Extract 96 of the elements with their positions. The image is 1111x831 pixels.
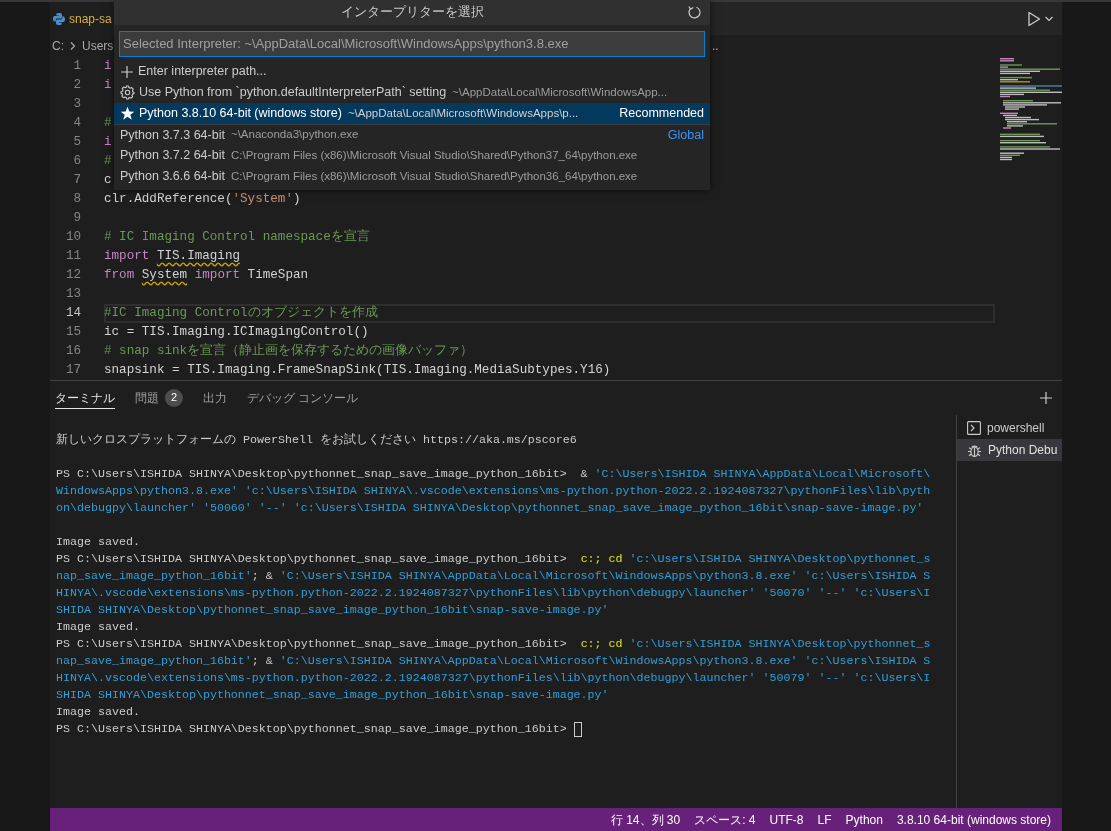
line-number: 16 [64, 343, 81, 360]
status-item[interactable]: UTF-8 [762, 810, 811, 829]
gear-icon [120, 85, 135, 100]
status-item[interactable]: Python [838, 810, 890, 829]
line-number: 14 [64, 305, 81, 322]
code-line: i [104, 58, 112, 75]
terminal-icon [967, 421, 981, 435]
cursor-icon [573, 722, 582, 737]
terminal-line: PS C:\Users\ISHIDA SHINYA\Desktop\pythonnet_snap_save_image_python_16bit> c:; cd 'c:\Users\ISHIDA SHINYA\Desktop\pythonnet_s [56, 636, 931, 653]
line-number: 2 [72, 77, 81, 94]
refresh-icon[interactable] [687, 5, 702, 20]
option-label: Python 3.7.2 64-bit [120, 147, 225, 165]
option-path: ~\Anaconda3\python.exe [230, 127, 359, 143]
code-line: i [104, 77, 112, 94]
code-line: ic = TIS.Imaging.ICImagingControl() [104, 324, 369, 341]
line-number: 1 [72, 58, 81, 75]
panel-tab[interactable]: デバッグ コンソール [247, 387, 359, 409]
plus-icon[interactable] [1039, 391, 1053, 405]
terminal-line: PS C:\Users\ISHIDA SHINYA\Desktop\pythonnet_snap_save_image_python_16bit> [56, 721, 568, 738]
interpreter-option[interactable]: Use Python from `python.defaultInterpreterPath` setting ~\AppData\Local\Microsoft\WindowsApp... [114, 82, 710, 103]
plus-icon [120, 64, 134, 79]
terminal-list-item[interactable]: Python Debu [957, 439, 1062, 461]
line-number: 6 [72, 153, 81, 170]
line-number: 4 [72, 115, 81, 132]
panel-tab[interactable]: 出力 [203, 387, 227, 409]
terminal-line: 新しいクロスプラットフォームの PowerShell をお試しください https://aka.ms/pscore6 [56, 432, 577, 449]
interpreter-option[interactable]: Python 3.7.2 64-bit C:\Program Files (x86)\Microsoft Visual Studio\Shared\Python37_64\python.exe [114, 145, 710, 166]
count-badge: 2 [165, 388, 183, 407]
terminal-line: Image saved. [56, 704, 140, 721]
option-tag: Recommended [613, 104, 704, 123]
option-label: Python 3.6.6 64-bit [120, 168, 225, 186]
code-line: from System import TimeSpan [104, 267, 309, 284]
editor-tab[interactable]: snap-sa [50, 2, 113, 35]
code-line: # [104, 153, 112, 170]
terminal-line: Image saved. [56, 619, 140, 636]
line-number: 9 [72, 210, 81, 227]
option-path: ~\AppData\Local\Microsoft\WindowsApp... [452, 84, 668, 100]
code-line: # snap sinkを宣言（静止画を保存するための画像バッファ） [104, 342, 474, 360]
breadcrumb-item[interactable]: C: [52, 37, 64, 55]
breadcrumb-item[interactable]: .. [712, 37, 719, 55]
code-line: snapsink = TIS.Imaging.FrameSnapSink(TIS.Imaging.MediaSubtypes.Y16) [104, 362, 611, 379]
terminal-line: SHIDA SHINYA\Desktop\pythonnet_snap_save_image_python_16bit\snap-save-image.py' [56, 687, 609, 704]
terminal-line: PS C:\Users\ISHIDA SHINYA\Desktop\pythonnet_snap_save_image_python_16bit> c:; cd 'c:\Users\ISHIDA SHINYA\Desktop\pythonnet_s [56, 551, 931, 568]
line-number: 7 [72, 172, 81, 189]
terminal-line: SHIDA SHINYA\Desktop\pythonnet_snap_save_image_python_16bit\snap-save-image.py' [56, 602, 609, 619]
group-label: Global [666, 126, 704, 144]
terminal-line: HINYA\.vscode\extensions\ms-python.python-2022.2.1924087327\pythonFiles\lib\python\debugpy\launcher' '50070' '--' 'c:\Users\I [56, 585, 931, 602]
code-line: i [104, 134, 112, 151]
terminal-line: nap_save_image_python_16bit'; & 'C:\Users\ISHIDA SHINYA\AppData\Local\Microsoft\WindowsApps\python3.8.exe' 'c:\Users\ISHIDA S [56, 568, 931, 585]
status-item[interactable]: LF [810, 810, 839, 829]
status-item[interactable]: 行 14、列 30 [603, 810, 688, 829]
line-number: 10 [64, 229, 81, 246]
line-number: 3 [72, 96, 81, 113]
line-number: 15 [64, 324, 81, 341]
terminal-line: Image saved. [56, 534, 140, 551]
option-path: C:\Program Files (x86)\Microsoft Visual Studio\Shared\Python37_64\python.exe [230, 147, 638, 163]
line-number: 11 [64, 248, 81, 265]
terminal-line: WindowsApps\python3.8.exe' 'c:\Users\ISHIDA SHINYA\.vscode\extensions\ms-python.python-2022.2.1924087327\pythonFiles\lib\pyth [56, 483, 931, 500]
option-label: Python 3.8.10 64-bit (windows store) [139, 105, 342, 123]
code-line: #IC Imaging Controlのオブジェクトを作成 [104, 304, 378, 322]
option-label: Python 3.7.3 64-bit [120, 126, 225, 144]
code-line: # IC Imaging Control namespaceを宣言 [104, 228, 370, 246]
interpreter-option[interactable]: Enter interpreter path... [114, 61, 710, 82]
file-icon [52, 11, 66, 26]
interpreter-option[interactable]: Python 3.6.6 64-bit C:\Program Files (x86)\Microsoft Visual Studio\Shared\Python36_64\python.exe [114, 166, 710, 187]
terminal-line: PS C:\Users\ISHIDA SHINYA\Desktop\pythonnet_snap_save_image_python_16bit> & 'C:\Users\ISHIDA SHINYA\AppData\Local\Microsoft\ [56, 466, 931, 483]
code-line: c [104, 172, 112, 189]
interpreter-option[interactable]: Python 3.7.3 64-bit ~\Anaconda3\python.exe Global [114, 124, 710, 145]
option-path: ~\AppData\Local\Microsoft\WindowsApps\p... [347, 105, 579, 121]
code-line: # [104, 115, 112, 132]
terminal-line: on\debugpy\launcher' '50060' '--' 'c:\Users\ISHIDA SHINYA\Desktop\pythonnet_snap_save_image_python_16bit\snap-save-image.py' [56, 500, 924, 517]
interpreter-option[interactable]: Python 3.8.10 64-bit (windows store) ~\AppData\Local\Microsoft\WindowsApps\p... Recommended [114, 103, 710, 124]
terminal-list-item[interactable]: powershell [957, 417, 1062, 439]
breadcrumb-item[interactable]: Users [82, 37, 114, 55]
panel-tab[interactable]: 問題 2 [135, 387, 183, 409]
line-number: 13 [64, 286, 81, 303]
search-field[interactable]: Selected Interpreter: ~\AppData\Local\Microsoft\WindowsApps\python3.8.exe [119, 31, 705, 57]
code-line: clr.AddReference('System') [104, 191, 301, 208]
status-item[interactable]: 3.8.10 64-bit (windows store) [889, 810, 1058, 829]
option-label: Enter interpreter path... [138, 63, 267, 81]
terminal-line: HINYA\.vscode\extensions\ms-python.python-2022.2.1924087327\pythonFiles\lib\python\debugpy\launcher' '50079' '--' 'c:\Users\I [56, 670, 931, 687]
picker-title: インタープリターを選択 [340, 4, 484, 22]
minimap-drawing[interactable] [1000, 57, 1062, 161]
line-number: 5 [72, 134, 81, 151]
option-label: Use Python from `python.defaultInterpreterPath` setting [139, 84, 447, 102]
option-path: C:\Program Files (x86)\Microsoft Visual Studio\Shared\Python36_64\python.exe [230, 168, 638, 184]
star-icon [120, 106, 135, 121]
terminal-line: nap_save_image_python_16bit'; & 'C:\Users\ISHIDA SHINYA\AppData\Local\Microsoft\WindowsApps\python3.8.exe' 'c:\Users\ISHIDA S [56, 653, 931, 670]
code-line: import TIS.Imaging [104, 248, 241, 265]
line-number: 8 [72, 191, 81, 208]
line-number: 17 [64, 362, 81, 379]
panel-tab[interactable]: ターミナル [55, 387, 115, 409]
chevron-down-icon[interactable] [1044, 14, 1054, 23]
line-number: 12 [64, 267, 81, 284]
status-item[interactable]: スペース: 4 [687, 810, 763, 829]
run-icon[interactable] [1027, 10, 1041, 27]
